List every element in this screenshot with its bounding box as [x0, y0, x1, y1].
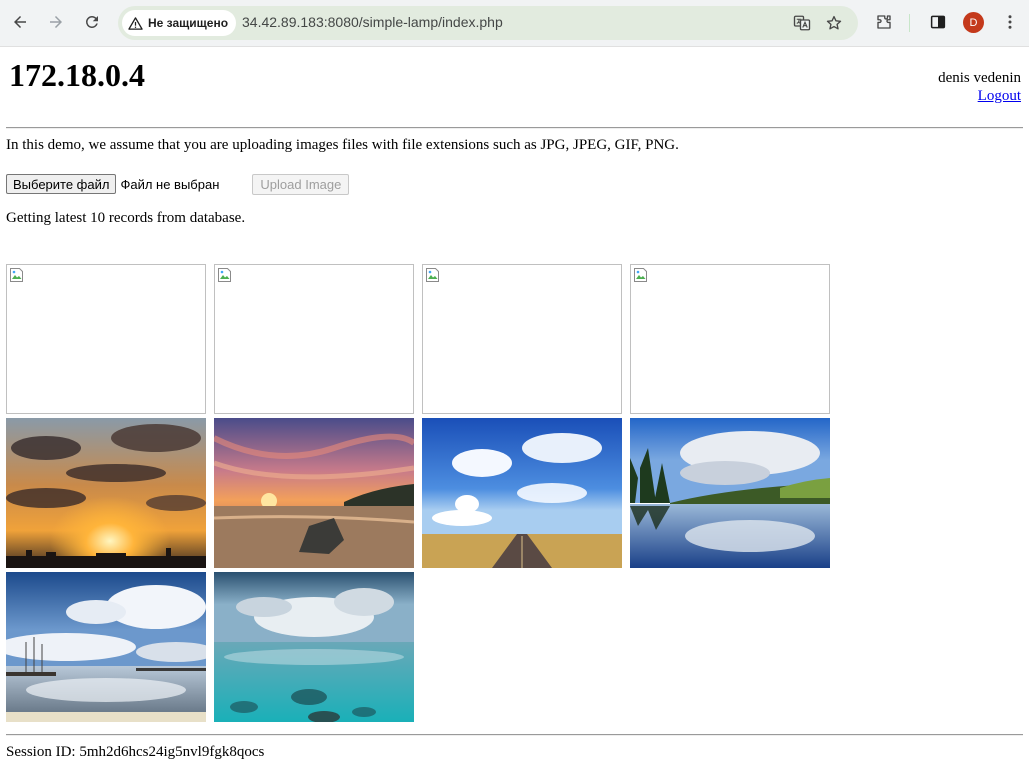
photo-lake-reflection[interactable]: [630, 418, 830, 568]
reload-icon: [85, 15, 98, 28]
lake-reflection-image: [630, 418, 830, 568]
browser-toolbar: Не защищено 34.42.89.183:8080/simple-lam…: [0, 0, 1029, 47]
user-name: denis vedenin: [938, 70, 1021, 86]
arrow-right-icon: [50, 16, 62, 28]
bookmark-button[interactable]: [822, 11, 846, 35]
harbor-clouds-image: [6, 572, 206, 722]
broken-image-icon: [426, 268, 439, 282]
choose-file-button[interactable]: Выберите файл: [6, 174, 117, 194]
broken-image-1[interactable]: [6, 264, 206, 414]
puzzle-icon: [877, 15, 891, 29]
session-id: Session ID: 5mh2d6hcs24ig5nvl9fgk8qocs: [6, 744, 265, 760]
translate-button[interactable]: [790, 11, 814, 35]
star-icon: [826, 15, 842, 30]
kebab-menu-icon: [1008, 15, 1012, 29]
page-title: 172.18.0.4: [9, 57, 145, 93]
broken-image-2[interactable]: [214, 264, 414, 414]
records-text: Getting latest 10 records from database.: [6, 210, 246, 226]
user-block: denis vedenin Logout: [938, 69, 1021, 105]
file-status: Файл не выбран: [120, 176, 220, 192]
top-divider: [6, 127, 1023, 129]
side-panel-button[interactable]: [926, 10, 950, 34]
broken-image-icon: [218, 268, 231, 282]
security-label: Не защищено: [148, 16, 229, 30]
sunset-city-image: [6, 418, 206, 568]
broken-image-icon: [634, 268, 647, 282]
arrow-left-icon: [14, 16, 26, 28]
logout-link[interactable]: Logout: [978, 88, 1021, 104]
back-button[interactable]: [6, 8, 34, 36]
forward-button[interactable]: [42, 8, 70, 36]
photo-turquoise-sea[interactable]: [214, 572, 414, 722]
extensions-button[interactable]: [872, 10, 896, 34]
url-text[interactable]: 34.42.89.183:8080/simple-lamp/index.php: [242, 14, 503, 30]
turquoise-sea-image: [214, 572, 414, 722]
photo-sunset-city[interactable]: [6, 418, 206, 568]
photo-sunset-beach[interactable]: [214, 418, 414, 568]
broken-image-4[interactable]: [630, 264, 830, 414]
warning-icon: [128, 16, 143, 30]
intro-text: In this demo, we assume that you are upl…: [6, 137, 679, 153]
security-chip[interactable]: Не защищено: [122, 10, 237, 36]
upload-image-button[interactable]: Upload Image: [252, 173, 350, 195]
upload-form: Выберите файл Файл не выбран Upload Imag…: [6, 173, 350, 195]
translate-icon: [793, 15, 811, 31]
bottom-divider: [6, 734, 1023, 736]
photo-road-field[interactable]: [422, 418, 622, 568]
road-field-image: [422, 418, 622, 568]
broken-image-icon: [10, 268, 23, 282]
photo-harbor-clouds[interactable]: [6, 572, 206, 722]
address-bar[interactable]: Не защищено 34.42.89.183:8080/simple-lam…: [118, 6, 858, 40]
profile-avatar[interactable]: D: [963, 12, 984, 33]
page-content: 172.18.0.4 denis vedenin Logout In this …: [0, 47, 1029, 780]
toolbar-divider: [909, 14, 910, 32]
reload-button[interactable]: [78, 8, 106, 36]
side-panel-icon: [930, 15, 946, 29]
sunset-beach-image: [214, 418, 414, 568]
menu-button[interactable]: [998, 10, 1022, 34]
broken-image-3[interactable]: [422, 264, 622, 414]
